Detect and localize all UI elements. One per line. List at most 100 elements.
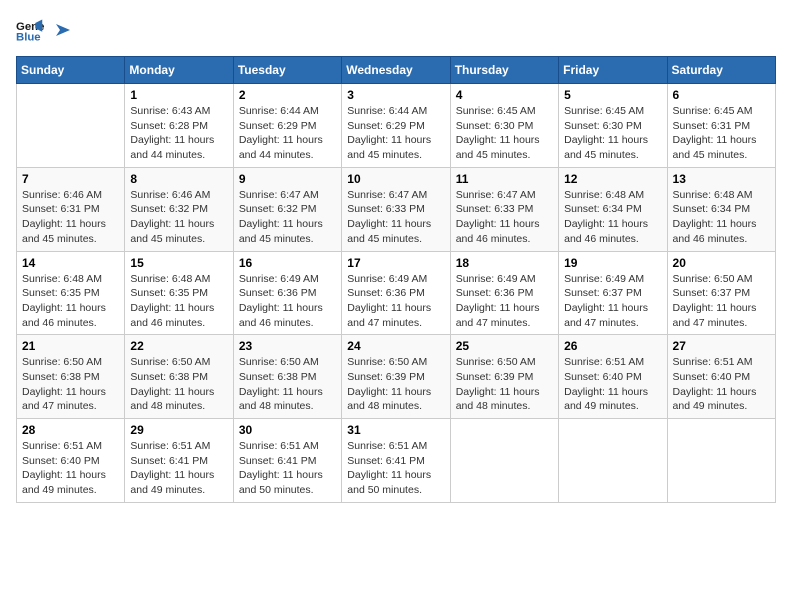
day-detail: Sunrise: 6:47 AM Sunset: 6:32 PM Dayligh… bbox=[239, 188, 336, 247]
day-number: 14 bbox=[22, 256, 119, 270]
calendar-cell: 12 Sunrise: 6:48 AM Sunset: 6:34 PM Dayli… bbox=[559, 167, 667, 251]
day-detail: Sunrise: 6:49 AM Sunset: 6:36 PM Dayligh… bbox=[347, 272, 444, 331]
day-number: 19 bbox=[564, 256, 661, 270]
calendar-cell bbox=[559, 419, 667, 503]
day-number: 20 bbox=[673, 256, 770, 270]
day-detail: Sunrise: 6:45 AM Sunset: 6:30 PM Dayligh… bbox=[456, 104, 553, 163]
day-number: 9 bbox=[239, 172, 336, 186]
day-detail: Sunrise: 6:50 AM Sunset: 6:38 PM Dayligh… bbox=[22, 355, 119, 414]
calendar-cell: 16 Sunrise: 6:49 AM Sunset: 6:36 PM Dayli… bbox=[233, 251, 341, 335]
day-detail: Sunrise: 6:44 AM Sunset: 6:29 PM Dayligh… bbox=[239, 104, 336, 163]
day-detail: Sunrise: 6:50 AM Sunset: 6:38 PM Dayligh… bbox=[239, 355, 336, 414]
day-number: 3 bbox=[347, 88, 444, 102]
calendar-cell: 13 Sunrise: 6:48 AM Sunset: 6:34 PM Dayli… bbox=[667, 167, 775, 251]
day-detail: Sunrise: 6:51 AM Sunset: 6:41 PM Dayligh… bbox=[347, 439, 444, 498]
day-number: 17 bbox=[347, 256, 444, 270]
day-number: 1 bbox=[130, 88, 227, 102]
day-number: 11 bbox=[456, 172, 553, 186]
calendar-cell: 10 Sunrise: 6:47 AM Sunset: 6:33 PM Dayli… bbox=[342, 167, 450, 251]
day-number: 29 bbox=[130, 423, 227, 437]
day-detail: Sunrise: 6:45 AM Sunset: 6:30 PM Dayligh… bbox=[564, 104, 661, 163]
day-number: 21 bbox=[22, 339, 119, 353]
calendar-cell: 1Sunrise: 6:43 AM Sunset: 6:28 PM Daylig… bbox=[125, 84, 233, 168]
calendar-cell: 23 Sunrise: 6:50 AM Sunset: 6:38 PM Dayli… bbox=[233, 335, 341, 419]
day-detail: Sunrise: 6:48 AM Sunset: 6:35 PM Dayligh… bbox=[22, 272, 119, 331]
day-detail: Sunrise: 6:48 AM Sunset: 6:34 PM Dayligh… bbox=[673, 188, 770, 247]
day-detail: Sunrise: 6:50 AM Sunset: 6:39 PM Dayligh… bbox=[456, 355, 553, 414]
calendar-cell: 22 Sunrise: 6:50 AM Sunset: 6:38 PM Dayli… bbox=[125, 335, 233, 419]
day-detail: Sunrise: 6:46 AM Sunset: 6:31 PM Dayligh… bbox=[22, 188, 119, 247]
col-header-saturday: Saturday bbox=[667, 57, 775, 84]
day-number: 30 bbox=[239, 423, 336, 437]
day-detail: Sunrise: 6:51 AM Sunset: 6:40 PM Dayligh… bbox=[22, 439, 119, 498]
day-detail: Sunrise: 6:47 AM Sunset: 6:33 PM Dayligh… bbox=[347, 188, 444, 247]
col-header-tuesday: Tuesday bbox=[233, 57, 341, 84]
calendar-cell: 26 Sunrise: 6:51 AM Sunset: 6:40 PM Dayli… bbox=[559, 335, 667, 419]
calendar-cell: 5 Sunrise: 6:45 AM Sunset: 6:30 PM Daylig… bbox=[559, 84, 667, 168]
calendar-cell: 27 Sunrise: 6:51 AM Sunset: 6:40 PM Dayli… bbox=[667, 335, 775, 419]
day-detail: Sunrise: 6:46 AM Sunset: 6:32 PM Dayligh… bbox=[130, 188, 227, 247]
calendar-cell: 15Sunrise: 6:48 AM Sunset: 6:35 PM Dayli… bbox=[125, 251, 233, 335]
calendar-cell bbox=[17, 84, 125, 168]
day-number: 31 bbox=[347, 423, 444, 437]
calendar-cell: 3 Sunrise: 6:44 AM Sunset: 6:29 PM Daylig… bbox=[342, 84, 450, 168]
day-detail: Sunrise: 6:51 AM Sunset: 6:40 PM Dayligh… bbox=[673, 355, 770, 414]
day-number: 4 bbox=[456, 88, 553, 102]
calendar-cell: 11 Sunrise: 6:47 AM Sunset: 6:33 PM Dayli… bbox=[450, 167, 558, 251]
day-detail: Sunrise: 6:51 AM Sunset: 6:41 PM Dayligh… bbox=[130, 439, 227, 498]
calendar-cell: 6 Sunrise: 6:45 AM Sunset: 6:31 PM Daylig… bbox=[667, 84, 775, 168]
day-number: 27 bbox=[673, 339, 770, 353]
calendar-cell: 14 Sunrise: 6:48 AM Sunset: 6:35 PM Dayli… bbox=[17, 251, 125, 335]
calendar-cell bbox=[450, 419, 558, 503]
col-header-wednesday: Wednesday bbox=[342, 57, 450, 84]
calendar-cell: 9 Sunrise: 6:47 AM Sunset: 6:32 PM Daylig… bbox=[233, 167, 341, 251]
day-detail: Sunrise: 6:44 AM Sunset: 6:29 PM Dayligh… bbox=[347, 104, 444, 163]
day-number: 7 bbox=[22, 172, 119, 186]
calendar-cell: 20 Sunrise: 6:50 AM Sunset: 6:37 PM Dayli… bbox=[667, 251, 775, 335]
day-number: 6 bbox=[673, 88, 770, 102]
day-detail: Sunrise: 6:50 AM Sunset: 6:38 PM Dayligh… bbox=[130, 355, 227, 414]
day-number: 16 bbox=[239, 256, 336, 270]
day-number: 18 bbox=[456, 256, 553, 270]
day-number: 26 bbox=[564, 339, 661, 353]
day-number: 12 bbox=[564, 172, 661, 186]
col-header-sunday: Sunday bbox=[17, 57, 125, 84]
day-detail: Sunrise: 6:49 AM Sunset: 6:36 PM Dayligh… bbox=[456, 272, 553, 331]
day-detail: Sunrise: 6:50 AM Sunset: 6:39 PM Dayligh… bbox=[347, 355, 444, 414]
calendar-table: SundayMondayTuesdayWednesdayThursdayFrid… bbox=[16, 56, 776, 503]
calendar-cell: 24 Sunrise: 6:50 AM Sunset: 6:39 PM Dayli… bbox=[342, 335, 450, 419]
day-number: 5 bbox=[564, 88, 661, 102]
day-number: 10 bbox=[347, 172, 444, 186]
calendar-cell: 25 Sunrise: 6:50 AM Sunset: 6:39 PM Dayli… bbox=[450, 335, 558, 419]
day-number: 24 bbox=[347, 339, 444, 353]
calendar-cell: 2 Sunrise: 6:44 AM Sunset: 6:29 PM Daylig… bbox=[233, 84, 341, 168]
day-detail: Sunrise: 6:51 AM Sunset: 6:40 PM Dayligh… bbox=[564, 355, 661, 414]
logo-arrow-icon bbox=[52, 20, 72, 40]
calendar-cell: 4 Sunrise: 6:45 AM Sunset: 6:30 PM Daylig… bbox=[450, 84, 558, 168]
day-detail: Sunrise: 6:45 AM Sunset: 6:31 PM Dayligh… bbox=[673, 104, 770, 163]
calendar-cell: 28 Sunrise: 6:51 AM Sunset: 6:40 PM Dayli… bbox=[17, 419, 125, 503]
day-detail: Sunrise: 6:47 AM Sunset: 6:33 PM Dayligh… bbox=[456, 188, 553, 247]
col-header-monday: Monday bbox=[125, 57, 233, 84]
day-number: 2 bbox=[239, 88, 336, 102]
logo-icon: General Blue bbox=[16, 16, 44, 44]
day-number: 13 bbox=[673, 172, 770, 186]
logo: General Blue bbox=[16, 16, 72, 44]
calendar-cell: 8Sunrise: 6:46 AM Sunset: 6:32 PM Daylig… bbox=[125, 167, 233, 251]
calendar-cell: 17 Sunrise: 6:49 AM Sunset: 6:36 PM Dayli… bbox=[342, 251, 450, 335]
day-detail: Sunrise: 6:48 AM Sunset: 6:35 PM Dayligh… bbox=[130, 272, 227, 331]
svg-text:Blue: Blue bbox=[16, 32, 41, 44]
calendar-cell: 19Sunrise: 6:49 AM Sunset: 6:37 PM Dayli… bbox=[559, 251, 667, 335]
day-detail: Sunrise: 6:49 AM Sunset: 6:36 PM Dayligh… bbox=[239, 272, 336, 331]
day-number: 22 bbox=[130, 339, 227, 353]
day-number: 25 bbox=[456, 339, 553, 353]
calendar-cell: 18 Sunrise: 6:49 AM Sunset: 6:36 PM Dayli… bbox=[450, 251, 558, 335]
calendar-cell: 21 Sunrise: 6:50 AM Sunset: 6:38 PM Dayli… bbox=[17, 335, 125, 419]
day-detail: Sunrise: 6:50 AM Sunset: 6:37 PM Dayligh… bbox=[673, 272, 770, 331]
day-detail: Sunrise: 6:48 AM Sunset: 6:34 PM Dayligh… bbox=[564, 188, 661, 247]
calendar-cell: 31 Sunrise: 6:51 AM Sunset: 6:41 PM Dayli… bbox=[342, 419, 450, 503]
col-header-friday: Friday bbox=[559, 57, 667, 84]
calendar-cell bbox=[667, 419, 775, 503]
day-number: 28 bbox=[22, 423, 119, 437]
day-number: 23 bbox=[239, 339, 336, 353]
